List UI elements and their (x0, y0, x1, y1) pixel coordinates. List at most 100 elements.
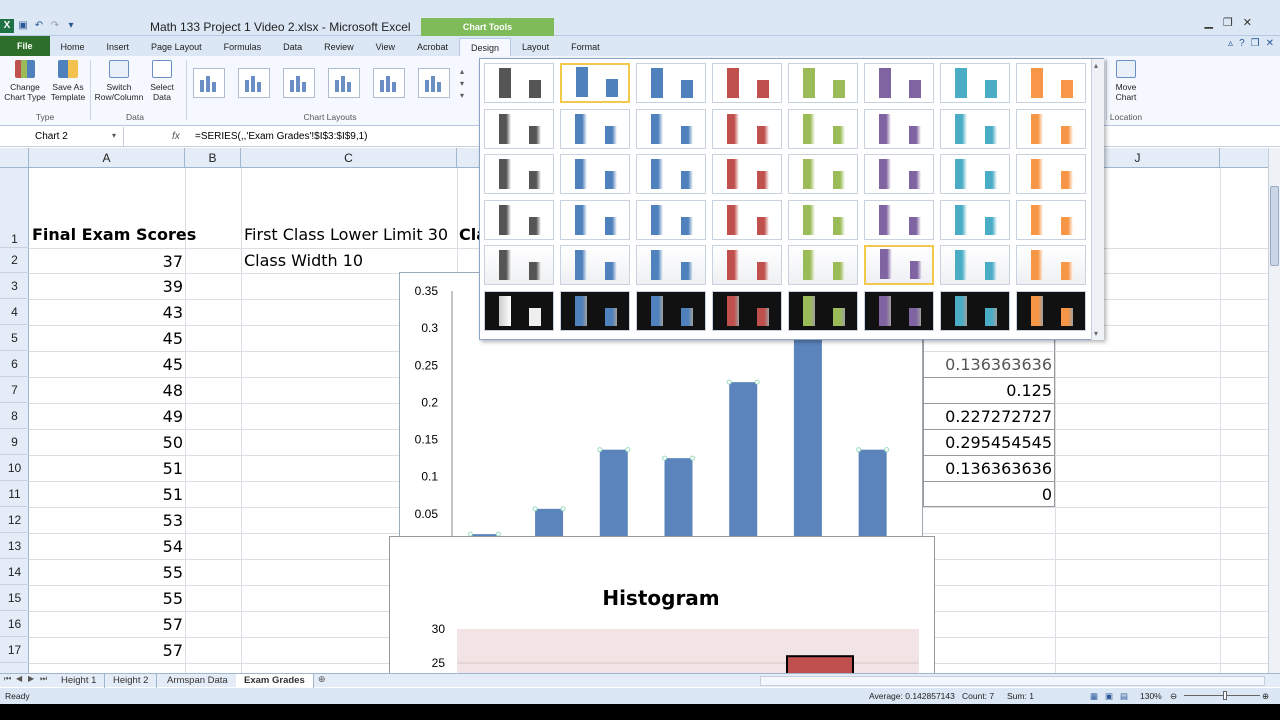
chart-style-45[interactable] (788, 290, 858, 331)
chart-style-2[interactable] (560, 63, 630, 103)
chart-layout-2[interactable] (238, 68, 270, 98)
chart-style-43[interactable] (636, 290, 706, 331)
cell-a1[interactable]: Final Exam Scores (32, 225, 196, 244)
zoom-out-icon[interactable]: ⊖ (1170, 688, 1177, 704)
row-header-8[interactable]: 8 (0, 403, 29, 429)
chart-style-18[interactable] (560, 154, 630, 194)
help-icon[interactable]: ? (1239, 38, 1245, 49)
chart-style-12[interactable] (712, 108, 782, 149)
row-header-16[interactable]: 16 (0, 611, 29, 637)
cell-a6[interactable]: 45 (29, 355, 183, 374)
bar-selection-handle[interactable] (884, 447, 890, 453)
cell-a13[interactable]: 54 (29, 537, 183, 556)
cell-a10[interactable]: 51 (29, 459, 183, 478)
chart-style-39[interactable] (940, 245, 1010, 285)
row-header-17[interactable]: 17 (0, 637, 29, 663)
chart-style-23[interactable] (940, 154, 1010, 194)
tab-acrobat[interactable]: Acrobat (406, 38, 459, 56)
tab-file[interactable]: File (0, 36, 50, 56)
redo-icon[interactable]: ↷ (48, 19, 62, 33)
chart-style-29[interactable] (788, 199, 858, 240)
chart-layout-1[interactable] (193, 68, 225, 98)
horizontal-scrollbar[interactable] (760, 676, 1265, 686)
row-header-4[interactable]: 4 (0, 299, 29, 325)
gallery-scroll-down-icon[interactable]: ▾ (1094, 329, 1098, 338)
tab-insert[interactable]: Insert (96, 38, 141, 56)
chart-histogram[interactable]: Histogram 25 30 (389, 536, 935, 678)
vertical-scroll-thumb[interactable] (1270, 186, 1279, 266)
sheet-tab-height-2[interactable]: Height 2 (105, 674, 158, 688)
chart-style-22[interactable] (864, 154, 934, 194)
chart-layout-6[interactable] (418, 68, 450, 98)
tab-design[interactable]: Design (459, 38, 512, 56)
chart-style-14[interactable] (864, 108, 934, 149)
cell-a17[interactable]: 57 (29, 641, 183, 660)
chart-style-37[interactable] (788, 245, 858, 285)
bar-selection-handle[interactable] (690, 455, 695, 461)
sheet-tab-armspan-data[interactable]: Armspan Data (159, 674, 237, 688)
name-box-dropdown-icon[interactable]: ▾ (112, 131, 116, 140)
chart-style-26[interactable] (560, 199, 630, 240)
customize-qat-icon[interactable]: ▾ (64, 19, 78, 33)
chart-style-36[interactable] (712, 245, 782, 285)
chart-style-44[interactable] (712, 290, 782, 331)
sheet-nav-next-icon[interactable]: ▶ (28, 674, 34, 683)
chart-style-19[interactable] (636, 154, 706, 194)
select-data-button[interactable]: Select Data (146, 60, 178, 102)
column-header-c[interactable]: C (241, 148, 457, 168)
gallery-scroll-up-icon[interactable]: ▴ (1094, 61, 1098, 70)
row-header-15[interactable]: 15 (0, 585, 29, 611)
close-icon[interactable]: ✕ (1243, 16, 1252, 29)
chart-style-6[interactable] (864, 63, 934, 103)
cell-a5[interactable]: 45 (29, 329, 183, 348)
cell-a9[interactable]: 50 (29, 433, 183, 452)
bar-selection-handle[interactable] (662, 455, 667, 461)
minimize-ribbon-icon[interactable]: ▵ (1228, 38, 1233, 49)
bar-selection-handle[interactable] (726, 379, 732, 385)
row-header-1[interactable]: 1 (0, 168, 29, 248)
normal-view-icon[interactable]: ▦ (1090, 688, 1098, 704)
chart-style-33[interactable] (484, 245, 554, 285)
select-all-corner[interactable] (0, 148, 29, 168)
bar-5[interactable] (729, 382, 758, 551)
chart-layout-4[interactable] (328, 68, 360, 98)
tab-page-layout[interactable]: Page Layout (140, 38, 213, 56)
tab-formulas[interactable]: Formulas (213, 38, 273, 56)
chart-style-28[interactable] (712, 199, 782, 240)
cell-a11[interactable]: 51 (29, 485, 183, 504)
layout-gallery-scroll[interactable]: ▴ ▾ ▾ (460, 66, 464, 102)
chart-style-13[interactable] (788, 108, 858, 149)
insert-sheet-icon[interactable]: ⊕ (318, 674, 326, 685)
chart-style-38[interactable] (864, 245, 934, 285)
chart-style-15[interactable] (940, 108, 1010, 149)
page-layout-view-icon[interactable]: ▣ (1105, 688, 1113, 704)
row-header-13[interactable]: 13 (0, 533, 29, 559)
zoom-in-icon[interactable]: ⊕ (1262, 688, 1269, 704)
undo-icon[interactable]: ↶ (32, 19, 46, 33)
cell-a4[interactable]: 43 (29, 303, 183, 322)
tab-view[interactable]: View (365, 38, 406, 56)
row-header-9[interactable]: 9 (0, 429, 29, 455)
switch-row-column-button[interactable]: Switch Row/Column (93, 60, 145, 102)
minimize-icon[interactable]: ▁ (1204, 16, 1212, 29)
chart-style-35[interactable] (636, 245, 706, 285)
chart-style-32[interactable] (1016, 199, 1086, 240)
row-header-5[interactable]: 5 (0, 325, 29, 351)
chart-style-4[interactable] (712, 63, 782, 103)
cell-a14[interactable]: 55 (29, 563, 183, 582)
chart-layout-3[interactable] (283, 68, 315, 98)
chart-style-20[interactable] (712, 154, 782, 194)
workbook-close-icon[interactable]: ✕ (1266, 38, 1274, 49)
cell-i7[interactable]: 0.227272727 (926, 407, 1052, 426)
sheet-nav-last-icon[interactable]: ⏭ (40, 674, 47, 684)
chart-style-42[interactable] (560, 290, 630, 331)
chart-style-24[interactable] (1016, 154, 1086, 194)
sheet-nav-first-icon[interactable]: ⏮ (4, 674, 11, 684)
chart-style-9[interactable] (484, 108, 554, 149)
cell-a15[interactable]: 55 (29, 589, 183, 608)
cell-c2[interactable]: Class Width 10 (244, 251, 363, 270)
cell-a8[interactable]: 49 (29, 407, 183, 426)
zoom-level[interactable]: 130% (1140, 688, 1162, 704)
cell-a2[interactable]: 37 (29, 252, 183, 271)
row-header-12[interactable]: 12 (0, 507, 29, 533)
